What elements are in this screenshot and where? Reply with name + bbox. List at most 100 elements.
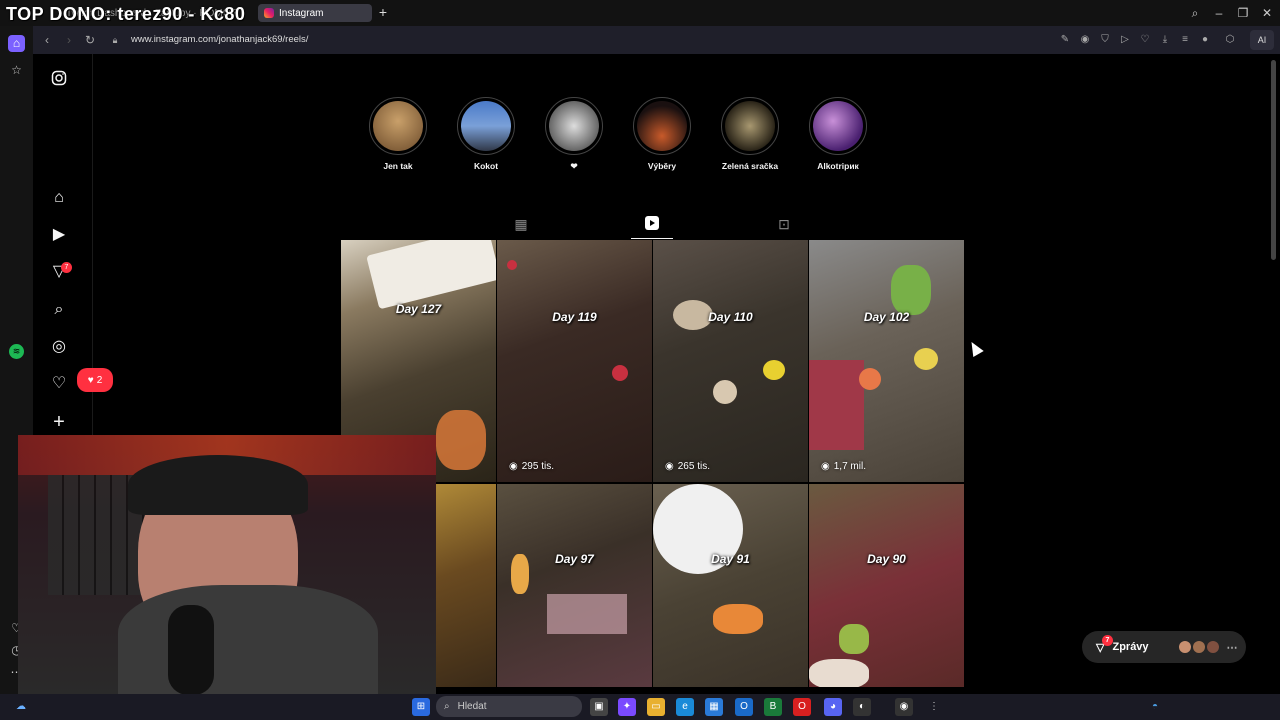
highlight-kokot[interactable]: Kokot (456, 97, 516, 171)
highlight-label: ❤ (570, 161, 578, 171)
highlight-jen-tak[interactable]: Jen tak (368, 97, 428, 171)
app-icon[interactable]: ◐ (853, 698, 871, 716)
more-icon[interactable]: ⋮ (925, 698, 943, 716)
edge-icon[interactable]: e (676, 698, 694, 716)
highlight-label: Výběry (647, 161, 677, 171)
tab-instagram[interactable]: Instagram (258, 4, 372, 22)
spotify-icon[interactable]: ≋ (9, 344, 24, 359)
reel-views: ◉ 1,7 mil. (821, 461, 866, 472)
task-view-icon[interactable]: ▣ (590, 698, 608, 716)
search-icon: ⌕ (444, 701, 450, 712)
copilot-icon[interactable]: ✦ (618, 698, 636, 716)
tray-icon[interactable]: ◓ (1146, 698, 1164, 716)
search-placeholder: Hledat (457, 701, 487, 712)
reel-tile[interactable]: Day 102 ◉ 1,7 mil. (809, 240, 964, 482)
taskbar-search[interactable]: ⌕ Hledat (436, 696, 582, 717)
back-button[interactable]: ‹ (39, 32, 55, 48)
reel-views: ◉ 265 tis. (665, 461, 710, 472)
menu-icon[interactable]: ≡ (1178, 33, 1192, 47)
maximize-button[interactable]: ❐ (1235, 5, 1251, 21)
messages-button[interactable]: ▽ 7 Zprávy ⋯ (1082, 631, 1246, 663)
camera-icon[interactable]: ◉ (1078, 33, 1092, 47)
active-tab-indicator (631, 238, 673, 239)
packaging-image (366, 240, 496, 310)
play-icon[interactable]: ▷ (1118, 33, 1132, 47)
forward-button[interactable]: › (61, 32, 77, 48)
download-icon[interactable]: ⤓ (1158, 33, 1172, 47)
views-icon: ◉ (821, 461, 830, 472)
address-bar: ‹ › ↻ 🔒︎ www.instagram.com/jonathanjack6… (33, 26, 1280, 54)
likes-notification-pill[interactable]: ♥ 2 (77, 368, 113, 392)
minimize-button[interactable]: – (1211, 5, 1227, 21)
create-icon[interactable]: + (49, 412, 69, 432)
edit-icon[interactable]: ✎ (1058, 33, 1072, 47)
outlook-icon[interactable]: O (735, 698, 753, 716)
reels-tab-icon[interactable] (644, 215, 660, 233)
reels-icon[interactable]: ▶ (49, 225, 69, 245)
url-field[interactable]: www.instagram.com/jonathanjack69/reels/ (131, 34, 308, 45)
stream-donation-overlay: TOP DONO: terez90 - Kc80 (6, 4, 246, 24)
tab-label: Instagram (279, 7, 324, 19)
reload-button[interactable]: ↻ (82, 32, 98, 48)
posts-grid-tab-icon[interactable]: ▦ (513, 215, 529, 233)
app-b-icon[interactable]: B (764, 698, 782, 716)
windows-taskbar: ☁ ⊞ ⌕ Hledat ▣ ✦ ▭ e ▦ O B O ◕ ◐ ◉ ⋮ ◓ (0, 694, 1280, 720)
ai-button[interactable]: AI (1250, 30, 1274, 50)
new-tab-button[interactable]: + (376, 5, 390, 20)
reel-tile[interactable]: Day 91 (653, 484, 808, 687)
reel-title: Day 127 (395, 302, 442, 316)
reel-title: Day 97 (555, 552, 594, 566)
highlight-alkotripik[interactable]: Alkotripик (808, 97, 868, 171)
reel-title: Day 91 (711, 552, 750, 566)
shield-icon[interactable]: ⛉ (1098, 33, 1112, 47)
webcam-overlay (18, 435, 436, 697)
extensions-icon[interactable]: ⬡ (1223, 33, 1237, 47)
highlight-label: Zelená sračka (721, 161, 779, 171)
instagram-logo-icon[interactable] (49, 70, 69, 90)
search-icon[interactable]: ⌕ (49, 300, 69, 320)
app-icon[interactable]: ◉ (895, 698, 913, 716)
highlight-vybery[interactable]: Výběry (632, 97, 692, 171)
search-tabs-icon[interactable]: ⌕ (1187, 5, 1203, 21)
widgets-icon[interactable]: ☁ (12, 698, 30, 716)
close-button[interactable]: ✕ (1259, 5, 1275, 21)
highlight-heart[interactable]: ❤ (544, 97, 604, 172)
streamer-shirt (118, 585, 378, 697)
heart-outline-icon[interactable]: ♡ (1138, 33, 1152, 47)
page-scrollbar[interactable] (1271, 60, 1276, 260)
star-icon[interactable]: ☆ (8, 62, 25, 79)
reel-tile[interactable]: Day 110 ◉ 265 tis. (653, 240, 808, 482)
more-icon: ⋯ (1226, 641, 1238, 654)
heart-icon: ♥ (87, 374, 94, 386)
profile-icon[interactable]: ● (1198, 33, 1212, 47)
reel-title: Day 102 (863, 310, 910, 324)
home-icon[interactable]: ⌂ (49, 188, 69, 208)
explore-icon[interactable]: ◎ (49, 337, 69, 357)
highlight-label: Alkotripик (817, 161, 859, 171)
streamer-cap (128, 455, 308, 515)
store-icon[interactable]: ▦ (705, 698, 723, 716)
views-icon: ◉ (509, 461, 518, 472)
discord-icon[interactable]: ◕ (824, 698, 842, 716)
tagged-tab-icon[interactable]: ⊡ (776, 215, 792, 233)
opera-icon[interactable]: O (793, 698, 811, 716)
lock-icon: 🔒︎ (112, 35, 118, 45)
reel-tile[interactable]: Day 97 (497, 484, 652, 687)
avatars-stack (1178, 641, 1219, 653)
messages-badge: 7 (1102, 634, 1113, 646)
messenger-icon: ▽ 7 (1096, 634, 1113, 654)
reel-tile[interactable]: Day 119 ◉ 295 tis. (497, 240, 652, 482)
highlight-label: Kokot (473, 161, 499, 171)
microphone (168, 605, 214, 695)
reel-title: Day 110 (708, 310, 753, 324)
reel-views: ◉ 295 tis. (509, 461, 554, 472)
home-icon[interactable]: ⌂ (8, 35, 25, 52)
activity-heart-icon[interactable]: ♡ (49, 374, 69, 394)
reel-title: Day 119 (552, 310, 597, 324)
likes-count: 2 (96, 374, 103, 386)
start-icon[interactable]: ⊞ (412, 698, 430, 716)
file-explorer-icon[interactable]: ▭ (647, 698, 665, 716)
mouse-cursor (966, 338, 984, 358)
reel-tile[interactable]: Day 90 (809, 484, 964, 687)
highlight-zelena-sracka[interactable]: Zelená sračka (720, 97, 780, 171)
